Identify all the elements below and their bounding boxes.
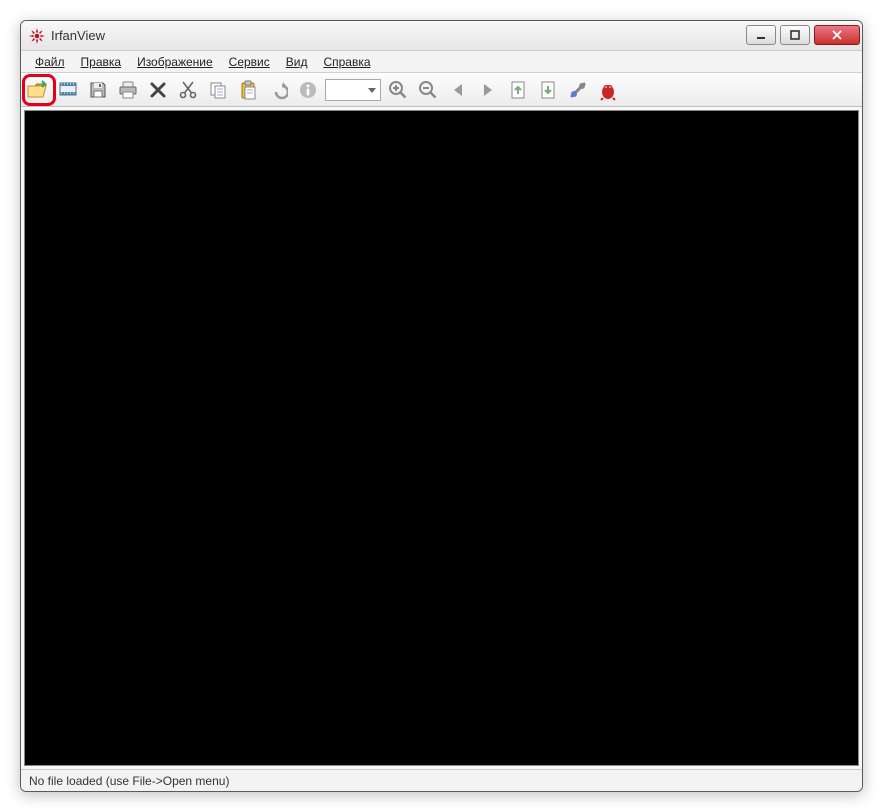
undo-icon — [268, 80, 288, 100]
status-text: No file loaded (use File->Open menu) — [29, 774, 229, 788]
clipboard-paste-icon — [238, 80, 258, 100]
maximize-icon — [790, 30, 800, 40]
toolbar — [21, 73, 862, 107]
scissors-icon — [178, 80, 198, 100]
diskette-icon — [88, 80, 108, 100]
menu-view[interactable]: Вид — [278, 53, 316, 71]
slideshow-button[interactable] — [55, 77, 81, 103]
zoom-in-icon — [388, 80, 408, 100]
folder-open-icon — [27, 80, 49, 100]
paste-button[interactable] — [235, 77, 261, 103]
menu-help[interactable]: Справка — [315, 53, 378, 71]
about-button[interactable] — [595, 77, 621, 103]
menu-service[interactable]: Сервис — [221, 53, 278, 71]
wrench-icon — [568, 80, 588, 100]
window-controls — [742, 27, 860, 45]
slideshow-icon — [58, 80, 78, 100]
next-button[interactable] — [475, 77, 501, 103]
save-button[interactable] — [85, 77, 111, 103]
prev-page-button[interactable] — [505, 77, 531, 103]
irfan-mascot-icon — [597, 79, 619, 101]
image-viewport[interactable] — [24, 110, 859, 766]
printer-icon — [118, 80, 138, 100]
info-icon — [298, 80, 318, 100]
zoom-in-button[interactable] — [385, 77, 411, 103]
window-title: IrfanView — [51, 28, 742, 43]
statusbar: No file loaded (use File->Open menu) — [21, 769, 862, 791]
open-button[interactable] — [25, 77, 51, 103]
delete-button[interactable] — [145, 77, 171, 103]
titlebar: IrfanView — [21, 21, 862, 51]
close-button[interactable] — [814, 25, 860, 45]
app-window: IrfanView Файл Правка Изображение Сервис… — [20, 20, 863, 792]
page-down-icon — [538, 80, 558, 100]
copy-icon — [208, 80, 228, 100]
minimize-button[interactable] — [746, 25, 776, 45]
minimize-icon — [756, 30, 766, 40]
menu-edit[interactable]: Правка — [73, 53, 130, 71]
arrow-right-icon — [478, 80, 498, 100]
cut-button[interactable] — [175, 77, 201, 103]
next-page-button[interactable] — [535, 77, 561, 103]
copy-button[interactable] — [205, 77, 231, 103]
zoom-out-button[interactable] — [415, 77, 441, 103]
zoom-combo[interactable] — [325, 79, 381, 101]
app-icon — [29, 28, 45, 44]
undo-button[interactable] — [265, 77, 291, 103]
prev-button[interactable] — [445, 77, 471, 103]
print-button[interactable] — [115, 77, 141, 103]
close-icon — [831, 30, 843, 40]
arrow-left-icon — [448, 80, 468, 100]
info-button[interactable] — [295, 77, 321, 103]
maximize-button[interactable] — [780, 25, 810, 45]
menubar: Файл Правка Изображение Сервис Вид Справ… — [21, 51, 862, 73]
menu-image[interactable]: Изображение — [129, 53, 221, 71]
menu-file[interactable]: Файл — [27, 53, 73, 71]
delete-x-icon — [149, 81, 167, 99]
zoom-out-icon — [418, 80, 438, 100]
page-up-icon — [508, 80, 528, 100]
settings-button[interactable] — [565, 77, 591, 103]
